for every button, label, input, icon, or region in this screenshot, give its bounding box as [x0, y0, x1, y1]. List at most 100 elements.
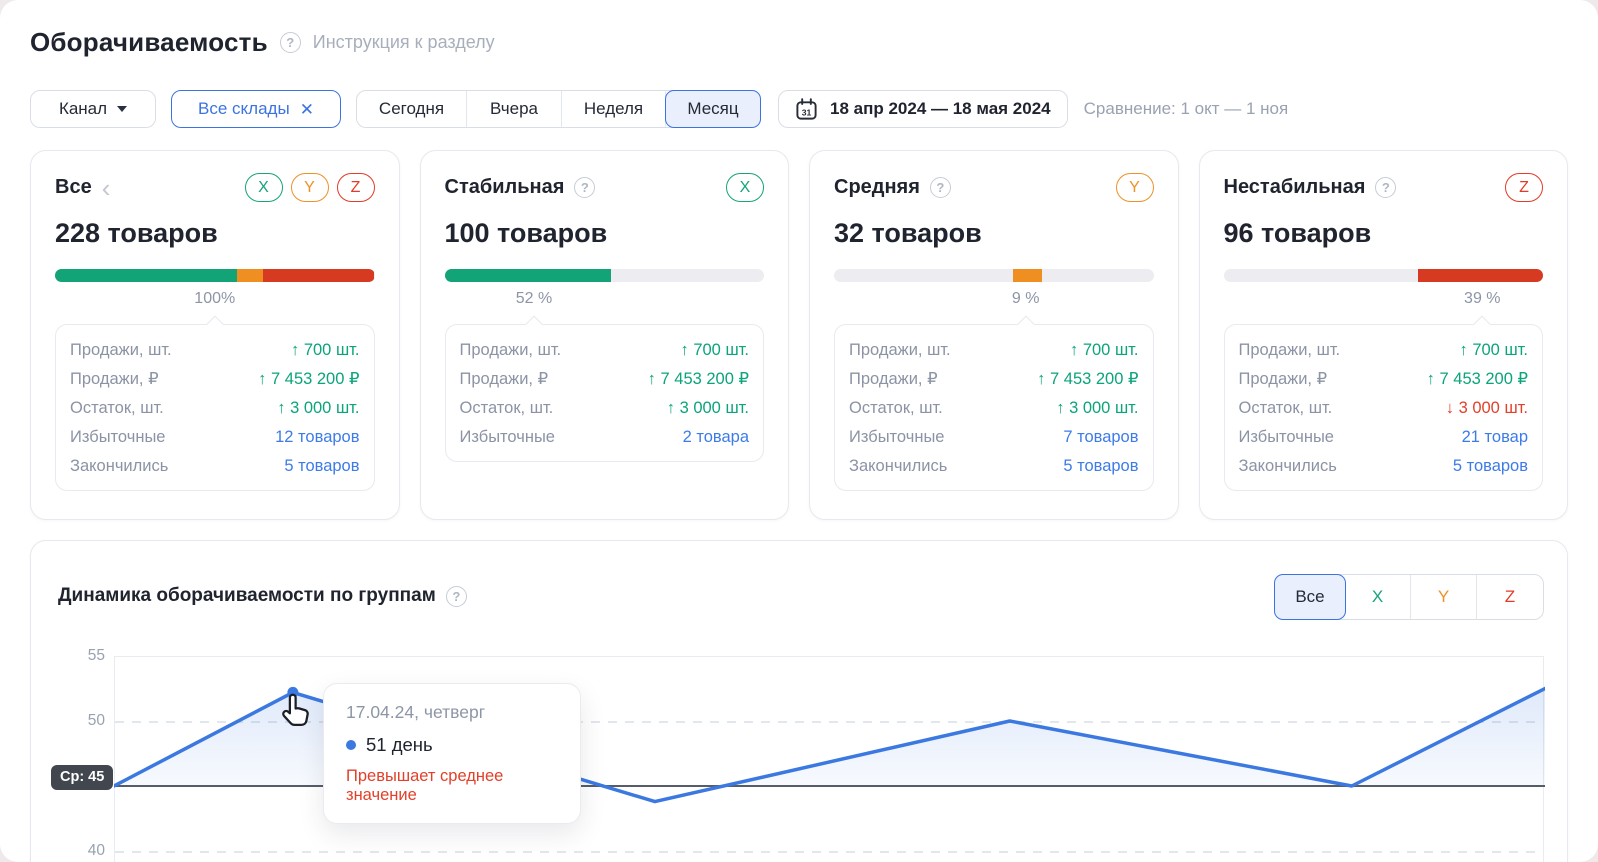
- channel-dropdown-label: Канал: [59, 99, 107, 119]
- panel-notch: [1473, 316, 1490, 333]
- group-pill-y[interactable]: Y: [1116, 173, 1154, 202]
- comparison-label: Сравнение: 1 окт — 1 ноя: [1084, 99, 1289, 119]
- help-icon[interactable]: ?: [446, 586, 467, 607]
- card-count: 32 товаров: [834, 218, 1154, 249]
- stat-row: Продажи, шт.↑ 700 шт.: [460, 335, 750, 364]
- stat-row: Продажи, ₽↑ 7 453 200 ₽: [849, 364, 1139, 393]
- close-icon[interactable]: ✕: [300, 101, 314, 118]
- stat-row: Продажи, ₽↑ 7 453 200 ₽: [1239, 364, 1529, 393]
- distribution-bar: [1224, 269, 1544, 282]
- group-pill-z[interactable]: Z: [337, 173, 375, 202]
- app-canvas: Оборачиваемость ? Инструкция к разделу К…: [0, 0, 1598, 862]
- chart-tab-y[interactable]: Y: [1411, 575, 1477, 619]
- panel-notch: [526, 316, 543, 333]
- chart-tab-x[interactable]: X: [1345, 575, 1411, 619]
- bar-segment-red: [263, 269, 375, 282]
- card-all: Все ‹ X Y Z 228 товаров 100% Продажи, шт…: [30, 150, 400, 520]
- calendar-icon: 31: [795, 98, 818, 121]
- period-segmented-control: Сегодня Вчера Неделя Месяц: [356, 90, 761, 128]
- help-icon[interactable]: ?: [930, 177, 951, 198]
- group-pill-y[interactable]: Y: [291, 173, 329, 202]
- kpi-cards-row: Все ‹ X Y Z 228 товаров 100% Продажи, шт…: [30, 150, 1568, 520]
- distribution-bar: [55, 269, 375, 282]
- tooltip-date: 17.04.24, четверг: [346, 702, 558, 723]
- group-pill-x[interactable]: X: [245, 173, 283, 202]
- stat-row: Остаток, шт.↓ 3 000 шт.: [1239, 393, 1529, 422]
- stat-row: Избыточные12 товаров: [70, 422, 360, 451]
- stat-row: Продажи, ₽↑ 7 453 200 ₽: [70, 364, 360, 393]
- panel-notch: [206, 316, 223, 333]
- card-title: Средняя: [834, 176, 920, 199]
- card-title: Нестабильная: [1224, 176, 1366, 199]
- stat-row: Избыточные21 товар: [1239, 422, 1529, 451]
- section-instruction-link[interactable]: Инструкция к разделу: [313, 32, 495, 53]
- tooltip-value: 51 день: [366, 734, 433, 756]
- card-stats-panel: Продажи, шт.↑ 700 шт. Продажи, ₽↑ 7 453 …: [1224, 324, 1544, 491]
- chart-group-tabs: Все X Y Z: [1274, 574, 1544, 620]
- stat-row: Остаток, шт.↑ 3 000 шт.: [70, 393, 360, 422]
- stat-row: Продажи, ₽↑ 7 453 200 ₽: [460, 364, 750, 393]
- distribution-bar: [834, 269, 1154, 282]
- chevron-left-icon[interactable]: ‹: [102, 178, 111, 198]
- stat-row: Продажи, шт.↑ 700 шт.: [1239, 335, 1529, 364]
- help-icon[interactable]: ?: [280, 32, 301, 53]
- chart-title: Динамика оборачиваемости по группам: [58, 585, 436, 607]
- y-tick-55: 55: [67, 645, 105, 667]
- chevron-down-icon: [117, 106, 127, 112]
- period-tab-yesterday[interactable]: Вчера: [467, 91, 562, 127]
- stat-row: Остаток, шт.↑ 3 000 шт.: [460, 393, 750, 422]
- date-range-picker[interactable]: 31 18 апр 2024 — 18 мая 2024: [778, 90, 1068, 128]
- card-count: 228 товаров: [55, 218, 375, 249]
- card-stats-panel: Продажи, шт.↑ 700 шт. Продажи, ₽↑ 7 453 …: [55, 324, 375, 491]
- bar-segment-red: [1418, 269, 1543, 282]
- chart-tab-all[interactable]: Все: [1274, 574, 1346, 620]
- panel-notch: [1017, 316, 1034, 333]
- chart-tab-z[interactable]: Z: [1477, 575, 1543, 619]
- y-tick-40: 40: [67, 840, 105, 862]
- turnover-dynamics-card: Динамика оборачиваемости по группам ? Вс…: [30, 540, 1568, 862]
- help-icon[interactable]: ?: [574, 177, 595, 198]
- distribution-bar: [445, 269, 765, 282]
- card-stats-panel: Продажи, шт.↑ 700 шт. Продажи, ₽↑ 7 453 …: [834, 324, 1154, 491]
- page-title: Оборачиваемость: [30, 27, 268, 58]
- percent-label: 9 %: [1012, 290, 1040, 308]
- card-medium: Средняя ? Y 32 товаров 9 % Продажи, шт.↑…: [809, 150, 1179, 520]
- percent-label: 52 %: [516, 290, 552, 308]
- date-range-label: 18 апр 2024 — 18 мая 2024: [830, 99, 1051, 119]
- chart-tooltip: 17.04.24, четверг 51 день Превышает сред…: [323, 683, 581, 824]
- percent-label: 100%: [194, 290, 235, 308]
- stat-row: Избыточные2 товара: [460, 422, 750, 451]
- period-tab-week[interactable]: Неделя: [562, 91, 666, 127]
- bar-segment-green: [55, 269, 237, 282]
- period-tab-today[interactable]: Сегодня: [357, 91, 467, 127]
- warehouses-filter-chip[interactable]: Все склады ✕: [171, 90, 341, 128]
- tooltip-warning: Превышает среднее значение: [346, 767, 558, 805]
- card-count: 100 товаров: [445, 218, 765, 249]
- bar-segment-orange: [1013, 269, 1042, 282]
- stat-row: Закончились5 товаров: [70, 451, 360, 480]
- channel-dropdown[interactable]: Канал: [30, 90, 156, 128]
- percent-label: 39 %: [1464, 290, 1500, 308]
- stat-row: Избыточные7 товаров: [849, 422, 1139, 451]
- hand-pointer-cursor: [279, 691, 319, 731]
- card-stats-panel: Продажи, шт.↑ 700 шт. Продажи, ₽↑ 7 453 …: [445, 324, 765, 462]
- stat-row: Закончились5 товаров: [1239, 451, 1529, 480]
- card-unstable: Нестабильная ? Z 96 товаров 39 % Продажи…: [1199, 150, 1569, 520]
- group-pill-z[interactable]: Z: [1505, 173, 1543, 202]
- bar-segment-orange: [237, 269, 263, 282]
- svg-text:31: 31: [802, 107, 812, 117]
- card-title: Стабильная: [445, 176, 565, 199]
- filter-row: Канал Все склады ✕ Сегодня Вчера Неделя …: [30, 90, 1288, 128]
- stat-row: Продажи, шт.↑ 700 шт.: [70, 335, 360, 364]
- stat-row: Закончились5 товаров: [849, 451, 1139, 480]
- stat-row: Остаток, шт.↑ 3 000 шт.: [849, 393, 1139, 422]
- group-pill-x[interactable]: X: [726, 173, 764, 202]
- card-title: Все: [55, 176, 92, 199]
- help-icon[interactable]: ?: [1375, 177, 1396, 198]
- stat-row: Продажи, шт.↑ 700 шт.: [849, 335, 1139, 364]
- y-tick-50: 50: [67, 710, 105, 732]
- page-header: Оборачиваемость ? Инструкция к разделу: [30, 27, 495, 58]
- card-count: 96 товаров: [1224, 218, 1544, 249]
- period-tab-month[interactable]: Месяц: [665, 90, 761, 128]
- series-dot-icon: [346, 740, 356, 750]
